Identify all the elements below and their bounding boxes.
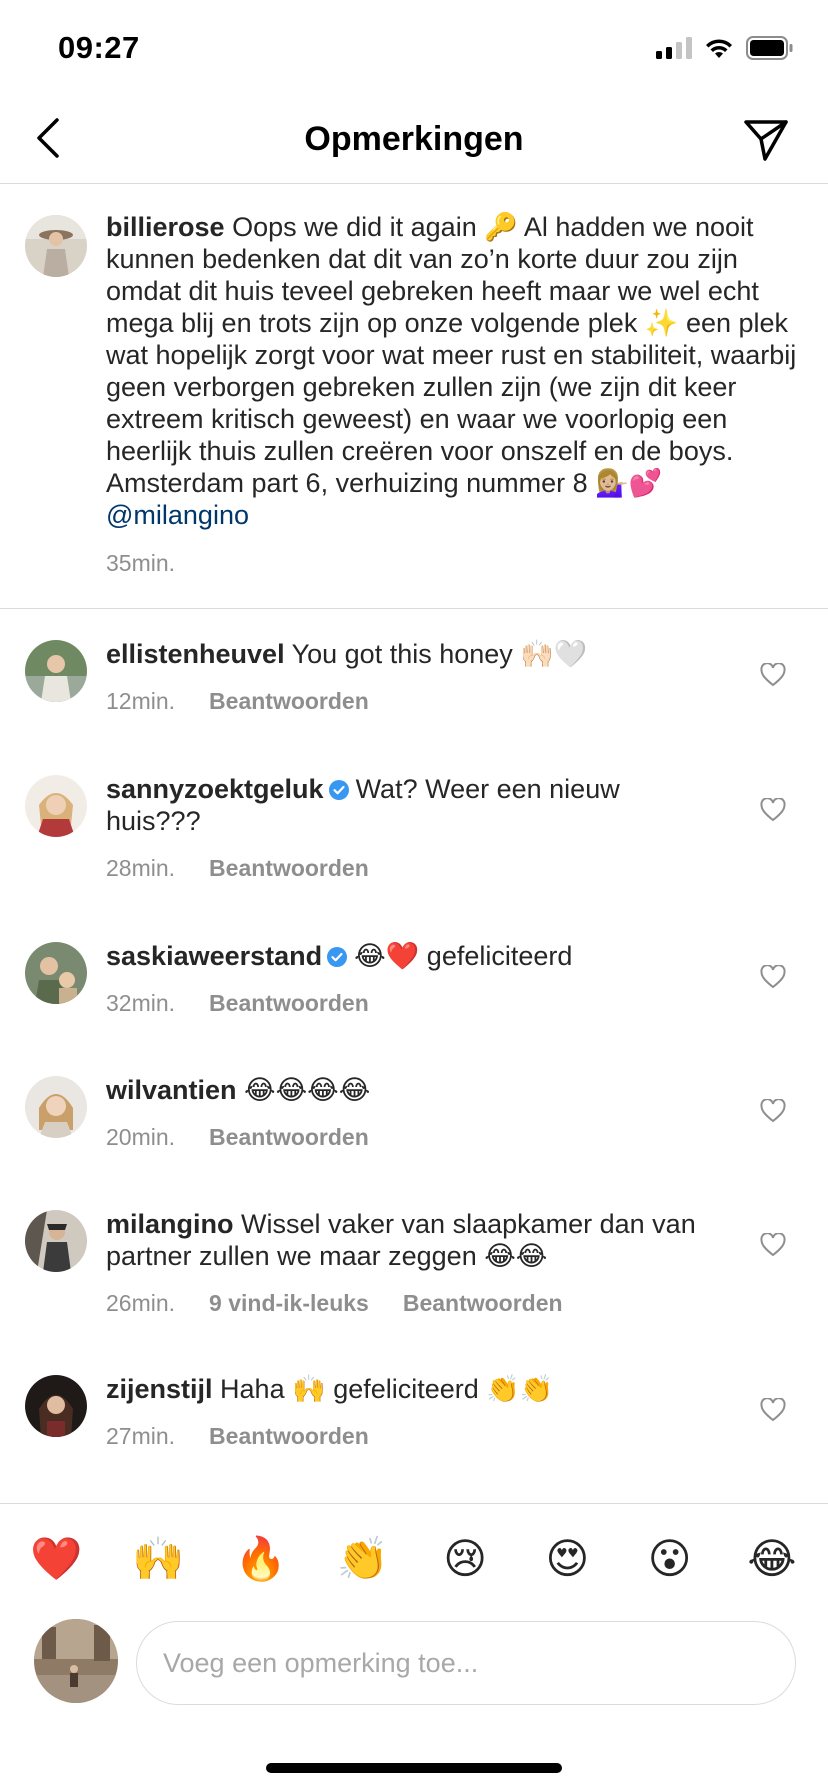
comment-username[interactable]: saskiaweerstand [106, 941, 322, 971]
comment-meta: 27min. Beantwoorden [106, 1423, 369, 1450]
comment-text: wilvantien 😂😂😂😂 [106, 1074, 706, 1106]
comment-text: milangino Wissel vaker van slaapkamer da… [106, 1208, 706, 1272]
emoji-fire-button[interactable]: 🔥 [235, 1533, 287, 1585]
like-button[interactable] [758, 1395, 788, 1425]
comment-username[interactable]: sannyzoektgeluk [106, 774, 324, 804]
comment-timestamp: 28min. [106, 855, 176, 881]
comment-body: 😂😂😂😂 [244, 1075, 371, 1105]
comment-timestamp: 32min. [106, 990, 176, 1016]
verified-badge-icon [327, 947, 348, 967]
heart-icon [760, 965, 786, 989]
emoji-crying-button[interactable]: 😢 [439, 1533, 491, 1585]
comment-text: saskiaweerstand 😂❤️ gefeliciteerd [106, 940, 706, 972]
like-button[interactable] [758, 962, 788, 992]
comment-text: ellistenheuvel You got this honey 🙌🏻🤍 [106, 638, 706, 670]
current-user-avatar [34, 1619, 118, 1703]
status-time: 09:27 [58, 30, 140, 65]
battery-icon [746, 36, 793, 60]
caption-timestamp: 35min. [106, 550, 176, 576]
like-button[interactable] [758, 1230, 788, 1260]
home-indicator [266, 1763, 562, 1773]
status-icons [656, 36, 794, 60]
comment-meta: 28min. Beantwoorden [106, 855, 369, 882]
comment-timestamp: 27min. [106, 1423, 176, 1449]
emoji-heart-button[interactable]: ❤️ [30, 1533, 82, 1585]
comment-meta: 32min. Beantwoorden [106, 990, 369, 1017]
comment: ellistenheuvel You got this honey 🙌🏻🤍 12… [0, 610, 828, 740]
comment-username[interactable]: zijenstijl [106, 1374, 213, 1404]
emoji-heart-eyes-button[interactable]: 😍 [541, 1533, 593, 1585]
comment: saskiaweerstand 😂❤️ gefeliciteerd 32min. … [0, 912, 828, 1042]
avatar[interactable] [25, 1210, 87, 1272]
heart-icon [760, 663, 786, 687]
comment-timestamp: 20min. [106, 1124, 176, 1150]
heart-icon [760, 1099, 786, 1123]
heart-icon [760, 1233, 786, 1257]
emoji-surprised-button[interactable]: 😮 [644, 1533, 696, 1585]
comment: zijenstijl Haha 🙌 gefeliciteerd 👏👏 27min… [0, 1345, 828, 1495]
avatar[interactable] [25, 775, 87, 837]
caption-username[interactable]: billierose [106, 212, 225, 242]
header: Opmerkingen [0, 100, 828, 184]
avatar[interactable] [25, 1375, 87, 1437]
reply-button[interactable]: Beantwoorden [209, 855, 369, 882]
avatar[interactable] [25, 640, 87, 702]
comment-composer [0, 1613, 828, 1713]
like-button[interactable] [758, 660, 788, 690]
comment-username[interactable]: wilvantien [106, 1075, 237, 1105]
reply-button[interactable]: Beantwoorden [209, 688, 369, 715]
reply-button[interactable]: Beantwoorden [209, 1423, 369, 1450]
mention-link[interactable]: @milangino [106, 500, 249, 530]
comment: milangino Wissel vaker van slaapkamer da… [0, 1180, 828, 1340]
heart-icon [760, 1398, 786, 1422]
post-caption: billierose Oops we did it again 🔑 Al had… [0, 185, 828, 609]
emoji-quick-bar: ❤️ 🙌 🔥 👏 😢 😍 😮 😂 [0, 1503, 828, 1613]
comment-timestamp: 12min. [106, 688, 176, 714]
comment: sannyzoektgeluk Wat? Weer een nieuw huis?… [0, 745, 828, 905]
comment-body: 😂❤️ gefeliciteerd [354, 941, 573, 971]
comment-meta: 12min. Beantwoorden [106, 688, 369, 715]
comment-timestamp: 26min. [106, 1290, 176, 1316]
comment-text: sannyzoektgeluk Wat? Weer een nieuw huis?… [106, 773, 706, 837]
emoji-laughing-button[interactable]: 😂 [746, 1533, 798, 1585]
avatar[interactable] [25, 942, 87, 1004]
comment-input[interactable] [136, 1621, 796, 1705]
comment-username[interactable]: ellistenheuvel [106, 639, 285, 669]
like-button[interactable] [758, 1096, 788, 1126]
cellular-signal-icon [656, 37, 692, 59]
like-button[interactable] [758, 795, 788, 825]
reply-button[interactable]: Beantwoorden [403, 1290, 563, 1317]
paper-plane-icon [744, 120, 788, 161]
comment-body: Haha 🙌 gefeliciteerd 👏👏 [220, 1374, 554, 1404]
comment-meta: 20min. Beantwoorden [106, 1124, 369, 1151]
caption-body: Oops we did it again 🔑 Al hadden we nooi… [106, 212, 797, 498]
reply-button[interactable]: Beantwoorden [209, 990, 369, 1017]
comment-text: zijenstijl Haha 🙌 gefeliciteerd 👏👏 [106, 1373, 706, 1405]
wifi-icon [706, 39, 732, 58]
comment-meta: 26min. 9 vind-ik-leuks Beantwoorden [106, 1290, 563, 1317]
verified-badge-icon [328, 780, 349, 800]
caption-text: billierose Oops we did it again 🔑 Al had… [106, 211, 806, 531]
share-button[interactable] [740, 114, 792, 166]
like-count[interactable]: 9 vind-ik-leuks [209, 1290, 369, 1317]
reply-button[interactable]: Beantwoorden [209, 1124, 369, 1151]
heart-icon [760, 798, 786, 822]
emoji-clap-button[interactable]: 👏 [337, 1533, 389, 1585]
status-bar: 09:27 [0, 0, 828, 100]
avatar[interactable] [25, 215, 87, 277]
page-title: Opmerkingen [304, 120, 524, 158]
avatar[interactable] [25, 1076, 87, 1138]
comment-body: You got this honey 🙌🏻🤍 [291, 639, 588, 669]
emoji-raised-hands-button[interactable]: 🙌 [132, 1533, 184, 1585]
comment-username[interactable]: milangino [106, 1209, 234, 1239]
comment: wilvantien 😂😂😂😂 20min. Beantwoorden [0, 1046, 828, 1176]
